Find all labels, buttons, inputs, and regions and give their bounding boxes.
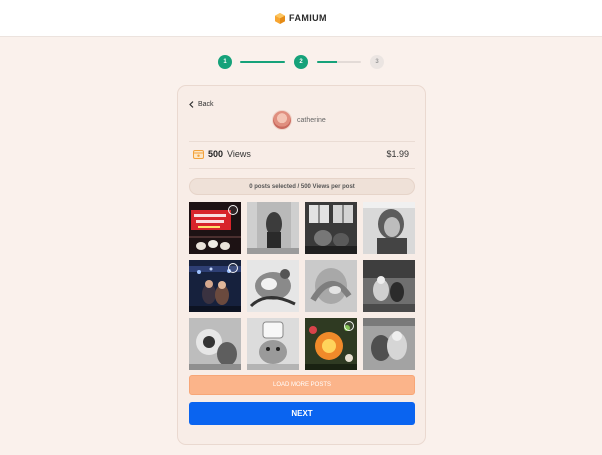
next-button[interactable]: NEXT — [189, 402, 415, 425]
load-more-button[interactable]: LOAD MORE POSTS — [189, 375, 415, 395]
post-thumbnail[interactable] — [363, 318, 415, 370]
username: catherine — [297, 116, 326, 124]
brand-logo[interactable]: FAMIUM — [275, 12, 327, 24]
select-circle-icon[interactable] — [228, 205, 238, 215]
post-image — [247, 318, 299, 370]
calendar-icon — [193, 150, 204, 159]
step-connector-1 — [240, 61, 285, 63]
user-profile: catherine — [272, 110, 326, 130]
package-row: 500 Views $1.99 — [193, 149, 409, 159]
post-image — [189, 318, 241, 370]
post-thumbnail[interactable] — [363, 260, 415, 312]
brand-name: FAMIUM — [289, 13, 327, 23]
views-count: 500 — [208, 149, 224, 159]
post-image — [363, 260, 415, 312]
select-circle-icon[interactable] — [228, 263, 238, 273]
step-3-label: 3 — [375, 59, 379, 65]
divider-bottom — [189, 168, 415, 169]
back-button[interactable]: Back — [189, 101, 214, 108]
step-3: 3 — [370, 55, 384, 69]
post-image — [363, 202, 415, 254]
post-thumbnail[interactable] — [189, 260, 241, 312]
post-image — [305, 260, 357, 312]
step-2-label: 2 — [299, 59, 303, 65]
step-connector-2-fill — [317, 61, 337, 63]
avatar — [272, 110, 292, 130]
cube-logo-icon — [275, 12, 286, 24]
divider-top — [189, 141, 415, 142]
chevron-left-icon — [189, 101, 194, 108]
step-connector-1-fill — [240, 61, 285, 63]
back-label: Back — [198, 101, 214, 108]
post-thumbnail[interactable] — [247, 318, 299, 370]
post-thumbnail[interactable] — [305, 318, 357, 370]
select-circle-icon[interactable] — [344, 321, 354, 331]
post-image — [305, 202, 357, 254]
post-image — [247, 260, 299, 312]
package-price: $1.99 — [386, 149, 409, 159]
post-thumbnail[interactable] — [189, 202, 241, 254]
post-image — [247, 202, 299, 254]
step-1: 1 — [218, 55, 232, 69]
post-thumbnail[interactable] — [247, 260, 299, 312]
post-image — [363, 318, 415, 370]
step-2: 2 — [294, 55, 308, 69]
post-thumbnail[interactable] — [189, 318, 241, 370]
selection-status: 0 posts selected / 500 Views per post — [189, 178, 415, 195]
top-bar: FAMIUM — [0, 0, 602, 37]
posts-grid — [189, 202, 415, 370]
step-1-label: 1 — [223, 59, 227, 65]
step-connector-2 — [317, 61, 361, 63]
order-card: Back catherine 500 Views $1.99 0 posts s… — [177, 85, 426, 445]
package-info: 500 Views — [193, 149, 251, 159]
post-thumbnail[interactable] — [363, 202, 415, 254]
post-thumbnail[interactable] — [247, 202, 299, 254]
post-thumbnail[interactable] — [305, 260, 357, 312]
post-thumbnail[interactable] — [305, 202, 357, 254]
views-unit: Views — [227, 149, 251, 159]
